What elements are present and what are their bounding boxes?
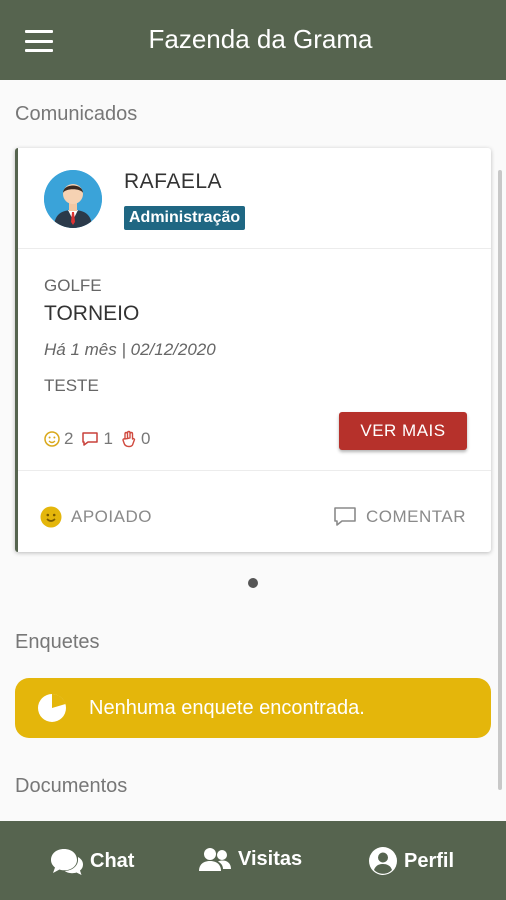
section-title-documentos: Documentos — [15, 775, 128, 797]
comment-label: COMENTAR — [365, 507, 466, 526]
chat-icon — [51, 849, 83, 875]
app-header: Fazenda da Grama — [0, 0, 506, 80]
tab-perfil[interactable]: Perfil — [368, 846, 454, 876]
smile-icon — [40, 506, 62, 528]
users-icon — [199, 848, 231, 871]
section-title-enquetes: Enquetes — [15, 631, 100, 653]
comment-icon — [334, 507, 356, 526]
smile-icon — [44, 431, 60, 447]
role-badge: Administração — [124, 206, 246, 230]
post-body: TESTE — [44, 376, 99, 395]
support-button[interactable]: APOIADO — [40, 506, 152, 528]
app-title: Fazenda da Grama — [148, 24, 373, 54]
support-count-value: 2 — [64, 429, 74, 448]
post-title: TORNEIO — [44, 302, 140, 325]
reaction-stats: 2 1 0 — [44, 429, 158, 449]
tab-chat-label: Chat — [90, 849, 135, 872]
pie-chart-icon — [38, 693, 66, 722]
empty-poll-message: Nenhuma enquete encontrada. — [89, 696, 365, 719]
tab-chat[interactable]: Chat — [50, 846, 134, 876]
user-circle-icon — [369, 847, 397, 875]
scrollbar[interactable] — [498, 170, 502, 790]
section-title-comunicados: Comunicados — [15, 103, 138, 125]
divider — [18, 470, 491, 471]
ver-mais-button[interactable]: VER MAIS — [339, 412, 467, 450]
announcement-card: RAFAELA Administração GOLFE TORNEIO Há 1… — [15, 148, 491, 552]
post-date: Há 1 mês | 02/12/2020 — [44, 340, 216, 359]
post-category: GOLFE — [44, 276, 102, 295]
avatar — [44, 170, 102, 228]
bottom-nav: Chat Visitas Perfil — [0, 821, 506, 900]
hand-count-value: 0 — [140, 429, 151, 448]
comment-icon — [82, 432, 99, 446]
hand-icon — [122, 430, 136, 448]
tab-visitas-label: Visitas — [238, 847, 303, 870]
tab-perfil-label: Perfil — [404, 849, 455, 872]
comment-count: 1 — [81, 429, 113, 449]
hand-count: 0 — [121, 429, 150, 449]
comment-count-value: 1 — [103, 429, 113, 448]
support-label: APOIADO — [71, 507, 152, 526]
author-name: RAFAELA — [124, 170, 223, 193]
divider — [18, 248, 491, 249]
empty-poll-banner: Nenhuma enquete encontrada. — [15, 678, 491, 738]
tab-visitas[interactable]: Visitas — [198, 846, 302, 872]
comment-button[interactable]: COMENTAR — [333, 506, 466, 528]
carousel-dot[interactable] — [248, 578, 258, 588]
support-count: 2 — [44, 429, 73, 449]
